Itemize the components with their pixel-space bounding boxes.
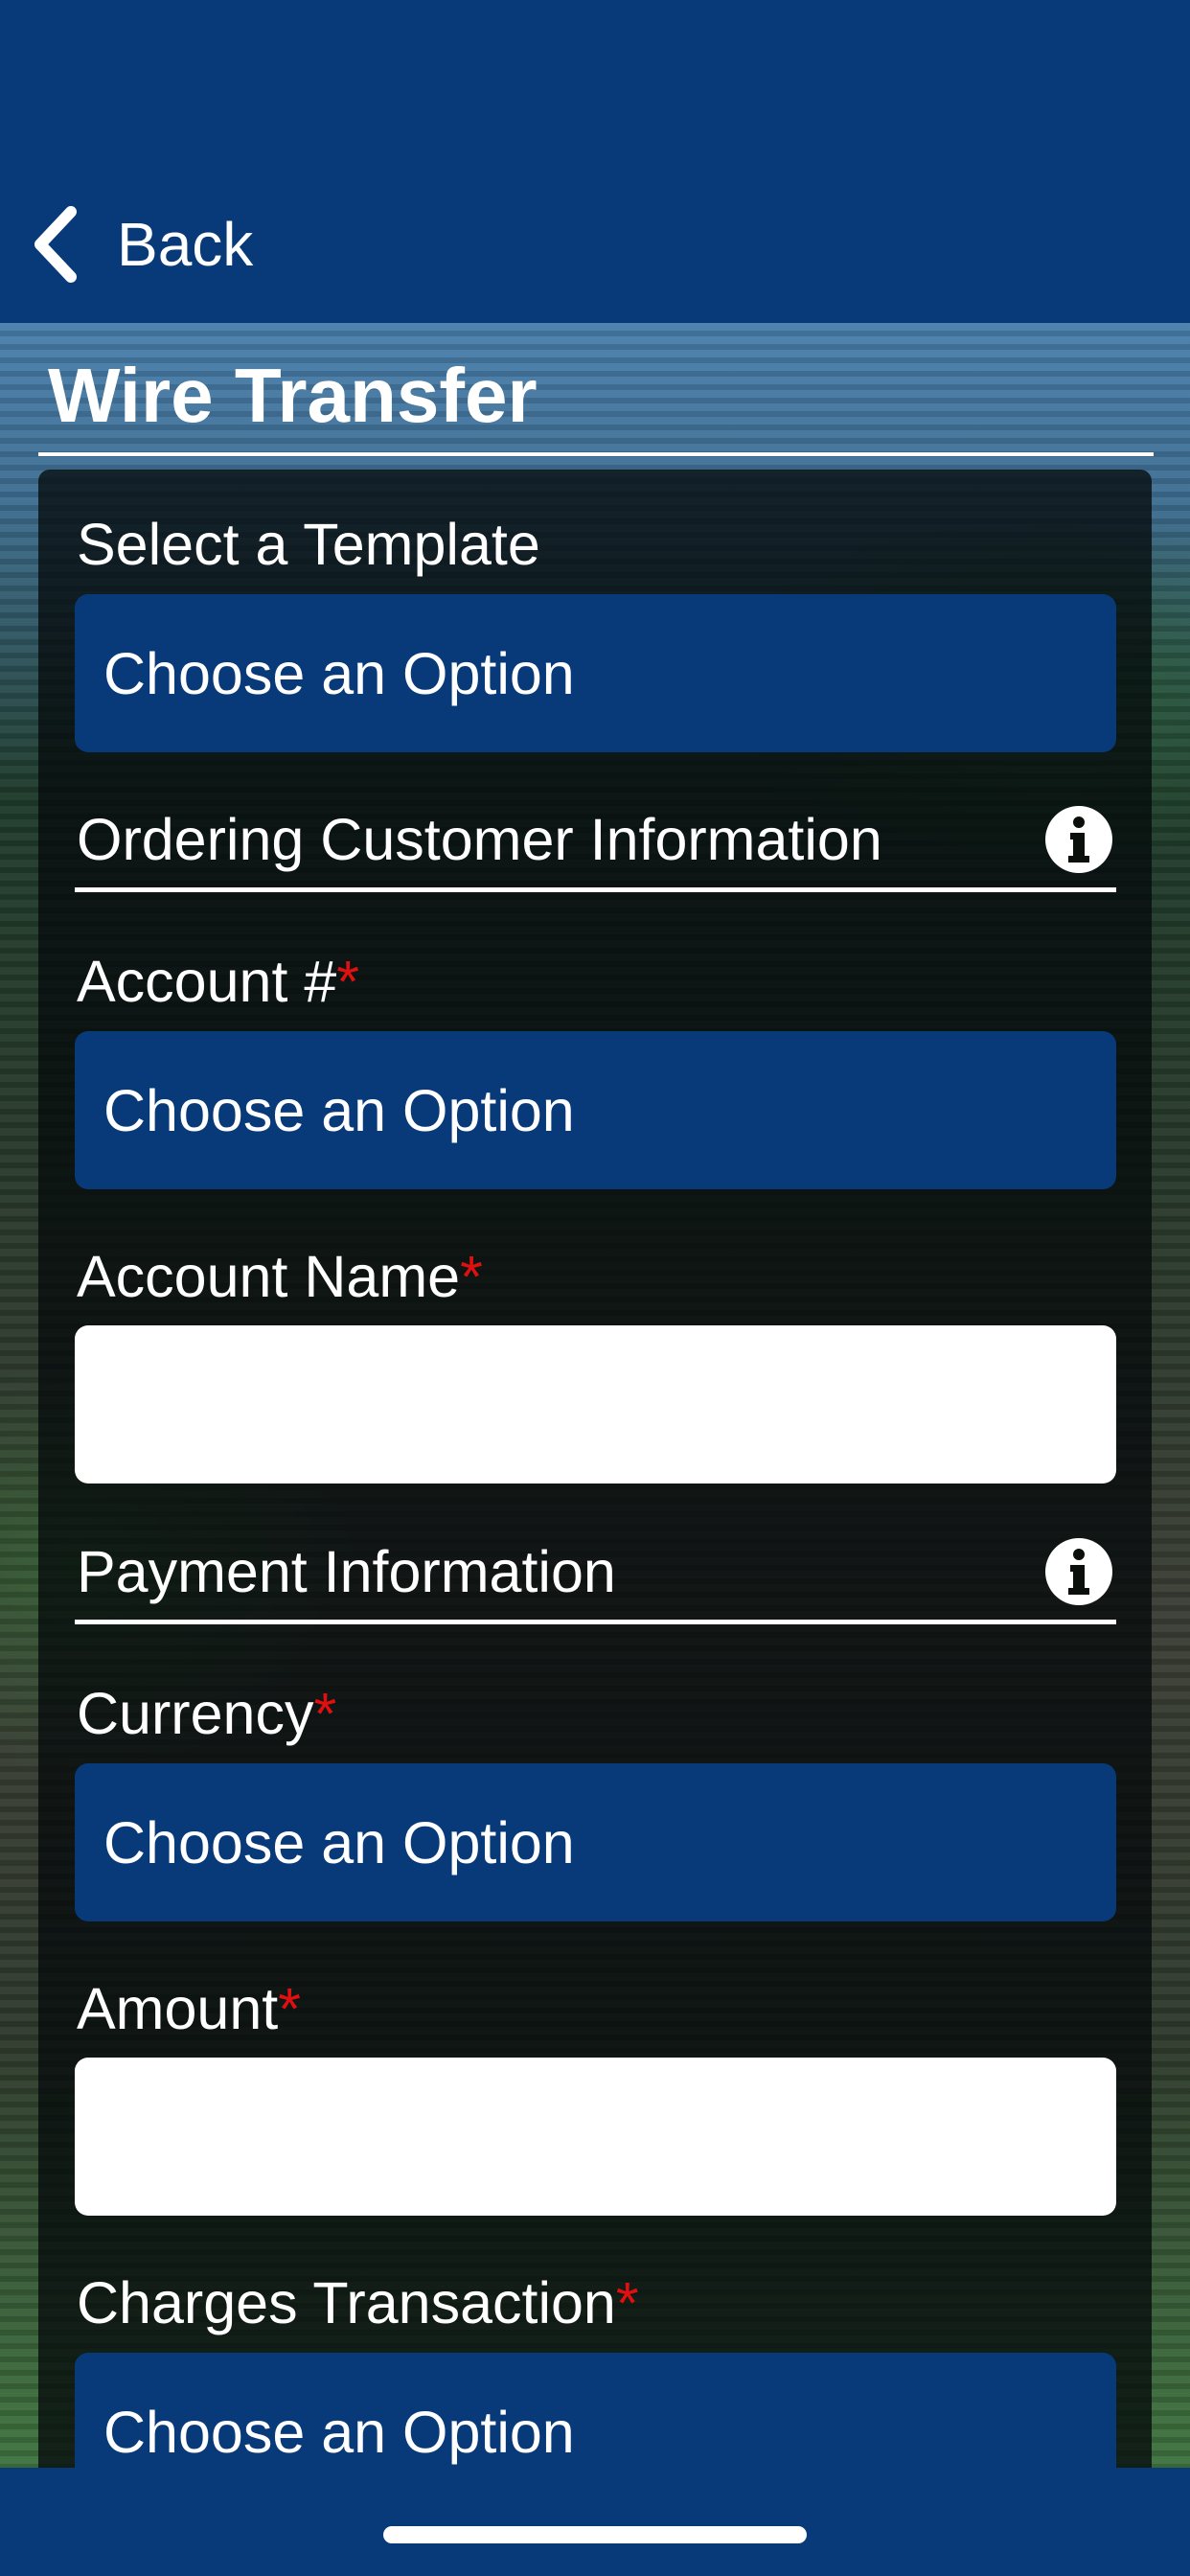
currency-label: Currency*	[77, 1681, 337, 1746]
title-divider	[38, 452, 1154, 456]
charges-select[interactable]: Choose an Option	[75, 2353, 1116, 2468]
payment-section-divider	[75, 1620, 1116, 1624]
home-indicator[interactable]	[383, 2526, 807, 2543]
chevron-left-icon	[34, 206, 77, 283]
ordering-section-divider	[75, 887, 1116, 892]
currency-select[interactable]: Choose an Option	[75, 1763, 1116, 1921]
amount-input[interactable]	[75, 2058, 1116, 2216]
account-number-select[interactable]: Choose an Option	[75, 1031, 1116, 1189]
ordering-section-header: Ordering Customer Information	[77, 807, 882, 872]
info-icon[interactable]	[1044, 805, 1113, 874]
account-name-input[interactable]	[75, 1325, 1116, 1484]
page-title: Wire Transfer	[48, 353, 538, 438]
back-button[interactable]: Back	[31, 201, 253, 288]
charges-label: Charges Transaction*	[77, 2270, 639, 2335]
navigation-bar: Back	[0, 0, 1190, 323]
amount-label: Amount*	[77, 1976, 301, 2041]
template-label: Select a Template	[77, 512, 540, 577]
template-select[interactable]: Choose an Option	[75, 594, 1116, 752]
account-name-label: Account Name*	[77, 1244, 483, 1309]
back-label: Back	[117, 210, 254, 279]
account-number-label: Account #*	[77, 949, 360, 1014]
bottom-bar	[0, 2468, 1190, 2576]
info-icon[interactable]	[1044, 1537, 1113, 1606]
payment-section-header: Payment Information	[77, 1539, 616, 1604]
